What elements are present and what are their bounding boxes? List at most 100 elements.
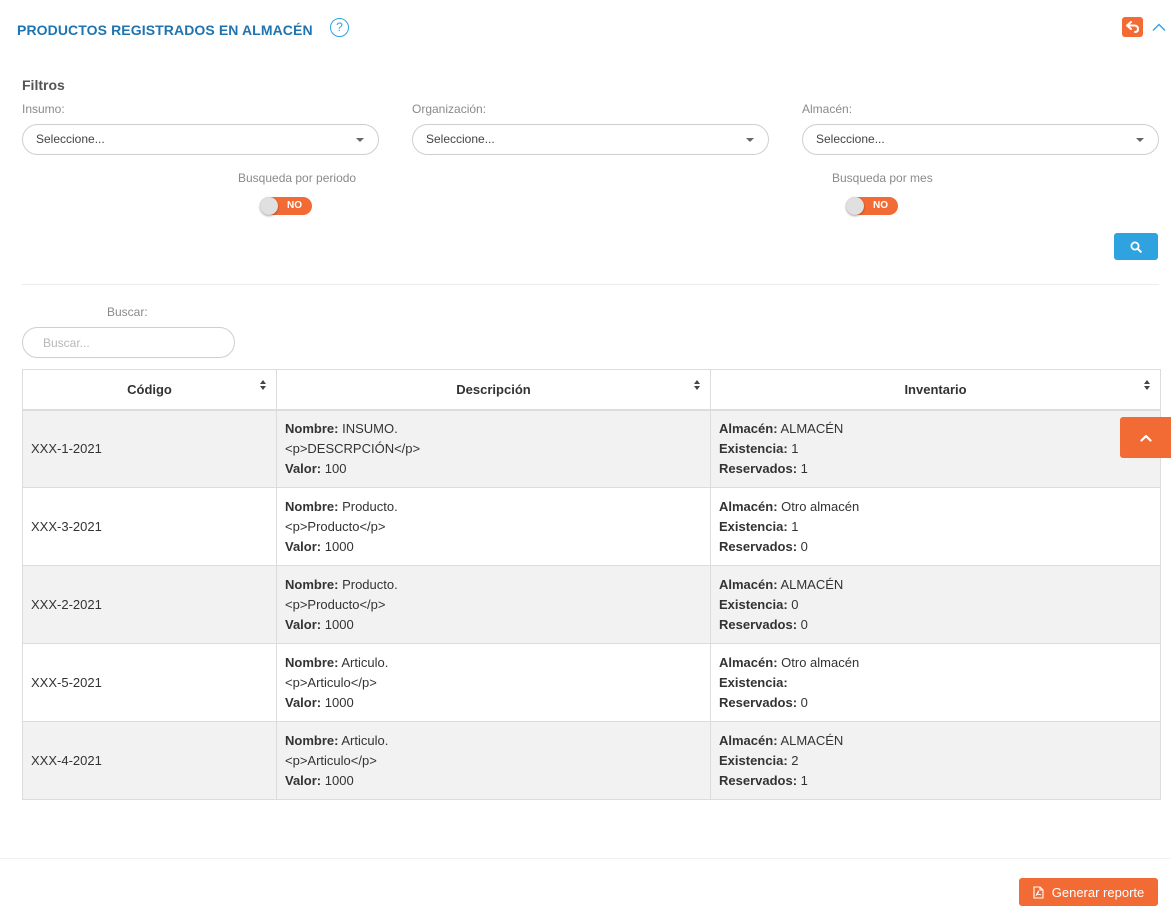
valor-value: 100 xyxy=(324,460,347,476)
scroll-top-button[interactable] xyxy=(1120,417,1171,458)
table-row: XXX-1-2021 Nombre: INSUMO. <p>DESCRPCIÓN… xyxy=(22,409,1161,488)
descripcion-value: <p>Producto</p> xyxy=(285,518,386,534)
table-row: XXX-4-2021 Nombre: Articulo. <p>Articulo… xyxy=(22,721,1161,800)
almacen-label: Almacén: xyxy=(802,102,853,116)
existencia-value: 1 xyxy=(791,440,799,456)
field-label: Valor: xyxy=(285,694,322,710)
field-label: Reservados: xyxy=(719,616,798,632)
sort-icon xyxy=(260,380,268,394)
field-label: Nombre: xyxy=(285,654,339,670)
almacen-select[interactable]: Seleccione... xyxy=(802,124,1159,155)
nombre-value: Producto. xyxy=(342,576,398,592)
products-table: Código Descripción Inventario XXX-1-2021… xyxy=(22,369,1161,800)
chevron-up-icon xyxy=(1139,434,1152,442)
table-row: XXX-5-2021 Nombre: Articulo. <p>Articulo… xyxy=(22,643,1161,722)
field-label: Nombre: xyxy=(285,576,339,592)
caret-down-icon xyxy=(1136,138,1144,142)
almacen-select-value: Seleccione... xyxy=(816,132,885,146)
insumo-select[interactable]: Seleccione... xyxy=(22,124,379,155)
mes-toggle[interactable]: NO xyxy=(846,197,898,215)
descripcion-cell: Nombre: Producto. <p>Producto</p> Valor:… xyxy=(276,565,711,644)
generate-report-label: Generar reporte xyxy=(1051,884,1145,900)
field-label: Reservados: xyxy=(719,694,798,710)
generate-report-button[interactable]: Generar reporte xyxy=(1019,878,1158,906)
reservados-value: 1 xyxy=(800,772,808,788)
descripcion-cell: Nombre: Articulo. <p>Articulo</p> Valor:… xyxy=(276,721,711,800)
insumo-label: Insumo: xyxy=(22,102,65,116)
field-label: Nombre: xyxy=(285,498,339,514)
column-label: Código xyxy=(127,381,172,397)
column-header-codigo[interactable]: Código xyxy=(22,369,277,411)
descripcion-value: <p>Articulo</p> xyxy=(285,752,377,768)
codigo-cell: XXX-2-2021 xyxy=(22,565,277,644)
field-label: Valor: xyxy=(285,460,322,476)
caret-down-icon xyxy=(356,138,364,142)
nombre-value: INSUMO. xyxy=(342,420,398,436)
field-label: Almacén: xyxy=(719,576,778,592)
reservados-value: 1 xyxy=(800,460,808,476)
buscar-input[interactable] xyxy=(22,327,235,358)
codigo-cell: XXX-3-2021 xyxy=(22,487,277,566)
back-button[interactable] xyxy=(1122,17,1143,37)
reservados-value: 0 xyxy=(800,694,808,710)
valor-value: 1000 xyxy=(324,694,354,710)
search-icon xyxy=(1130,241,1142,253)
existencia-value: 2 xyxy=(791,752,799,768)
field-label: Valor: xyxy=(285,772,322,788)
almacen-value: ALMACÉN xyxy=(780,576,844,592)
column-header-inventario[interactable]: Inventario xyxy=(710,369,1161,411)
column-header-descripcion[interactable]: Descripción xyxy=(276,369,711,411)
inventario-cell: Almacén: Otro almacén Existencia: Reserv… xyxy=(710,643,1161,722)
chevron-up-icon[interactable] xyxy=(1151,20,1167,34)
codigo-cell: XXX-1-2021 xyxy=(22,409,277,488)
descripcion-value: <p>Producto</p> xyxy=(285,596,386,612)
toggle-state: NO xyxy=(873,200,888,211)
inventario-cell: Almacén: ALMACÉN Existencia: 0 Reservado… xyxy=(710,565,1161,644)
reservados-value: 0 xyxy=(800,538,808,554)
help-icon[interactable]: ? xyxy=(330,18,349,37)
organizacion-select[interactable]: Seleccione... xyxy=(412,124,769,155)
field-label: Valor: xyxy=(285,538,322,554)
almacen-value: ALMACÉN xyxy=(780,732,844,748)
inventario-cell: Almacén: Otro almacén Existencia: 1 Rese… xyxy=(710,487,1161,566)
field-label: Almacén: xyxy=(719,498,778,514)
panel-header: PRODUCTOS REGISTRADOS EN ALMACÉN ? xyxy=(0,0,1171,60)
inventario-cell: Almacén: ALMACÉN Existencia: 2 Reservado… xyxy=(710,721,1161,800)
field-label: Almacén: xyxy=(719,732,778,748)
field-label: Existencia: xyxy=(719,596,788,612)
valor-value: 1000 xyxy=(324,538,354,554)
inventario-cell: Almacén: ALMACÉN Existencia: 1 Reservado… xyxy=(710,409,1161,488)
reservados-value: 0 xyxy=(800,616,808,632)
toggle-knob xyxy=(260,197,278,215)
column-label: Inventario xyxy=(904,381,967,397)
field-label: Existencia: xyxy=(719,752,788,768)
field-label: Nombre: xyxy=(285,420,339,436)
codigo-cell: XXX-5-2021 xyxy=(22,643,277,722)
periodo-toggle-label: Busqueda por periodo xyxy=(238,171,357,185)
descripcion-value: <p>Articulo</p> xyxy=(285,674,377,690)
organizacion-select-value: Seleccione... xyxy=(426,132,495,146)
almacen-value: Otro almacén xyxy=(781,498,860,514)
almacen-value: Otro almacén xyxy=(781,654,860,670)
existencia-value: 0 xyxy=(791,596,799,612)
toggle-knob xyxy=(846,197,864,215)
field-label: Nombre: xyxy=(285,732,339,748)
column-label: Descripción xyxy=(456,381,531,397)
descripcion-cell: Nombre: INSUMO. <p>DESCRPCIÓN</p> Valor:… xyxy=(276,409,711,488)
descripcion-cell: Nombre: Producto. <p>Producto</p> Valor:… xyxy=(276,487,711,566)
field-label: Reservados: xyxy=(719,460,798,476)
almacen-value: ALMACÉN xyxy=(780,420,844,436)
sort-icon xyxy=(1144,380,1152,394)
field-label: Existencia: xyxy=(719,674,788,690)
field-label: Almacén: xyxy=(719,654,778,670)
search-button[interactable] xyxy=(1114,233,1158,260)
periodo-toggle[interactable]: NO xyxy=(260,197,312,215)
field-label: Reservados: xyxy=(719,538,798,554)
field-label: Valor: xyxy=(285,616,322,632)
descripcion-cell: Nombre: Articulo. <p>Articulo</p> Valor:… xyxy=(276,643,711,722)
valor-value: 1000 xyxy=(324,616,354,632)
table-row: XXX-2-2021 Nombre: Producto. <p>Producto… xyxy=(22,565,1161,644)
field-label: Existencia: xyxy=(719,440,788,456)
buscar-label: Buscar: xyxy=(107,305,148,319)
insumo-select-value: Seleccione... xyxy=(36,132,105,146)
